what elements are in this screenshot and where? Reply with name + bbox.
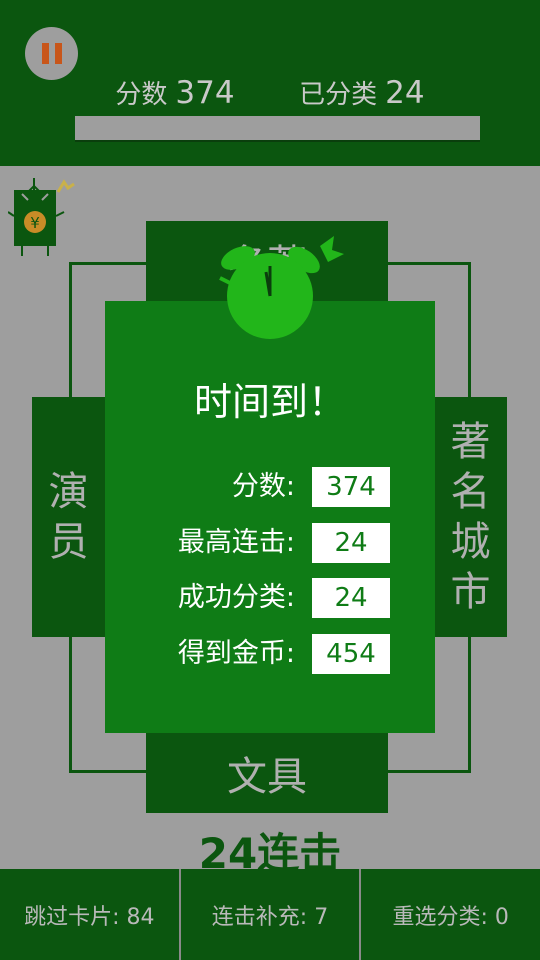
score-label: 分数	[115, 80, 168, 110]
combo-refill-button[interactable]: 连击补充: 7	[181, 869, 362, 960]
sorted-value: 24	[385, 75, 425, 111]
stat-label: 得到金币:	[177, 638, 295, 669]
category-right-label: 著名城市	[450, 419, 491, 615]
category-bottom[interactable]: 文具	[146, 733, 388, 813]
stat-label: 分数:	[231, 471, 295, 502]
stat-row-coins: 得到金币: 454	[105, 634, 435, 674]
money-bag-mascot-icon: ¥	[8, 178, 75, 256]
stat-label: 最高连击:	[177, 527, 295, 558]
stat-value: 24	[312, 578, 390, 618]
dialog-title: 时间到！	[193, 380, 346, 424]
time-progress-bar	[75, 116, 480, 142]
svg-text:¥: ¥	[30, 214, 40, 232]
stat-value: 454	[312, 634, 390, 674]
stat-label: 成功分类:	[177, 582, 295, 613]
category-left[interactable]: 演员	[32, 397, 105, 637]
top-bar: 分数 374 已分类 24	[0, 0, 540, 166]
stat-row-score: 分数: 374	[105, 467, 435, 507]
skip-card-button[interactable]: 跳过卡片: 84	[0, 869, 181, 960]
stat-row-success: 成功分类: 24	[105, 578, 435, 618]
power-up-bar: 跳过卡片: 84 连击补充: 7 重选分类: 0	[0, 869, 540, 960]
stat-row-max-combo: 最高连击: 24	[105, 523, 435, 563]
pause-icon	[41, 43, 49, 64]
category-left-label: 演员	[48, 469, 89, 565]
alarm-clock-icon	[219, 236, 344, 339]
stat-value: 374	[312, 467, 390, 507]
sorted-label: 已分类	[299, 80, 378, 110]
reselect-category-button[interactable]: 重选分类: 0	[361, 869, 540, 960]
pause-button[interactable]	[25, 27, 78, 80]
score-value: 374	[175, 75, 235, 111]
category-bottom-label: 文具	[227, 754, 307, 800]
score-line: 分数 374 已分类 24	[0, 74, 540, 111]
category-right[interactable]: 著名城市	[434, 397, 507, 637]
time-up-dialog: 时间到！ 分数: 374 最高连击: 24 成功分类: 24 得到金币: 454	[105, 301, 435, 733]
stat-value: 24	[312, 523, 390, 563]
